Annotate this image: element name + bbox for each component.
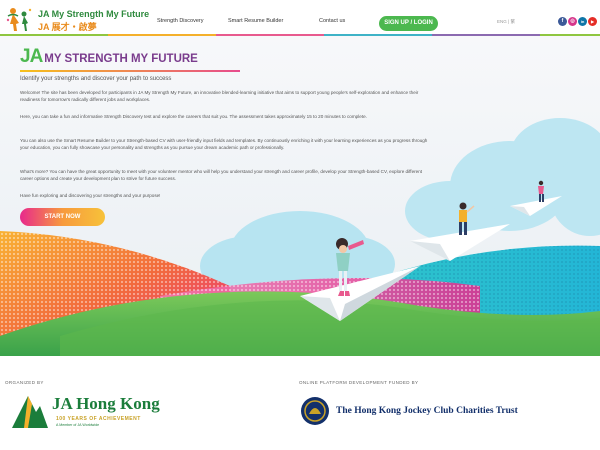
- nav-contact-us[interactable]: Contact us: [319, 18, 345, 24]
- page-title: JA MY STRENGTH MY FUTURE: [20, 46, 198, 68]
- intro-paragraph-2: Here, you can take a fun and informative…: [20, 114, 367, 119]
- lang-english[interactable]: ENG: [497, 19, 507, 24]
- title-ja: JA: [20, 46, 43, 67]
- linkedin-icon[interactable]: in: [578, 17, 587, 26]
- ja-hong-kong-logo[interactable]: JA Hong Kong 100 YEARS OF ACHIEVEMENT A …: [10, 392, 180, 432]
- signup-login-button[interactable]: SIGN UP / LOGIN: [379, 16, 438, 31]
- intro-paragraph-3: You can also use the Smart Resume Builde…: [20, 138, 428, 150]
- hkjc-crest-icon: [301, 397, 329, 425]
- youtube-icon[interactable]: ▶: [588, 17, 597, 26]
- hero-section: JA MY STRENGTH MY FUTURE Identify your st…: [0, 36, 600, 356]
- nav-strength-discovery[interactable]: Strength Discovery: [157, 18, 203, 24]
- cloud-right: [405, 118, 600, 241]
- ja-mountain-icon: [12, 396, 48, 428]
- logo-title-zh: JA 展才・啟夢: [38, 22, 97, 32]
- start-now-button[interactable]: START NOW: [20, 208, 105, 226]
- hkjc-name: The Hong Kong Jockey Club Charities Trus…: [336, 406, 518, 416]
- title-underline: [20, 70, 240, 72]
- intro-paragraph-1: Welcome! The site has been developed for…: [20, 90, 419, 102]
- logo-title-en: JA My Strength My Future: [38, 9, 150, 19]
- ja-hong-kong-name: JA Hong Kong: [52, 394, 160, 413]
- funded-by-label: ONLINE PLATFORM DEVELOPMENT FUNDED BY: [299, 380, 419, 385]
- site-header: JA My Strength My Future JA 展才・啟夢 Streng…: [0, 0, 600, 36]
- title-rest: MY STRENGTH MY FUTURE: [44, 53, 198, 65]
- language-switcher: ENG | 繁: [497, 19, 515, 25]
- logo-figure-icon: [6, 8, 32, 31]
- intro-paragraph-4: What's more? You can have the great oppo…: [20, 169, 423, 181]
- facebook-icon[interactable]: f: [558, 17, 567, 26]
- hkjc-charities-trust-logo[interactable]: The Hong Kong Jockey Club Charities Trus…: [300, 394, 520, 430]
- site-logo[interactable]: JA My Strength My Future JA 展才・啟夢: [4, 6, 149, 32]
- ja-100-years: 100 YEARS OF ACHIEVEMENT: [56, 416, 141, 422]
- ja-member-text: A Member of JA Worldwide: [56, 423, 100, 427]
- page-subtitle: Identify your strengths and discover you…: [20, 76, 172, 82]
- instagram-icon[interactable]: ◎: [568, 17, 577, 26]
- intro-paragraph-5: Have fun exploring and discovering your …: [20, 193, 161, 198]
- nav-smart-resume-builder[interactable]: Smart Resume Builder: [228, 18, 283, 24]
- lang-chinese[interactable]: 繁: [510, 19, 515, 24]
- organized-by-label: ORGANIZED BY: [5, 380, 44, 385]
